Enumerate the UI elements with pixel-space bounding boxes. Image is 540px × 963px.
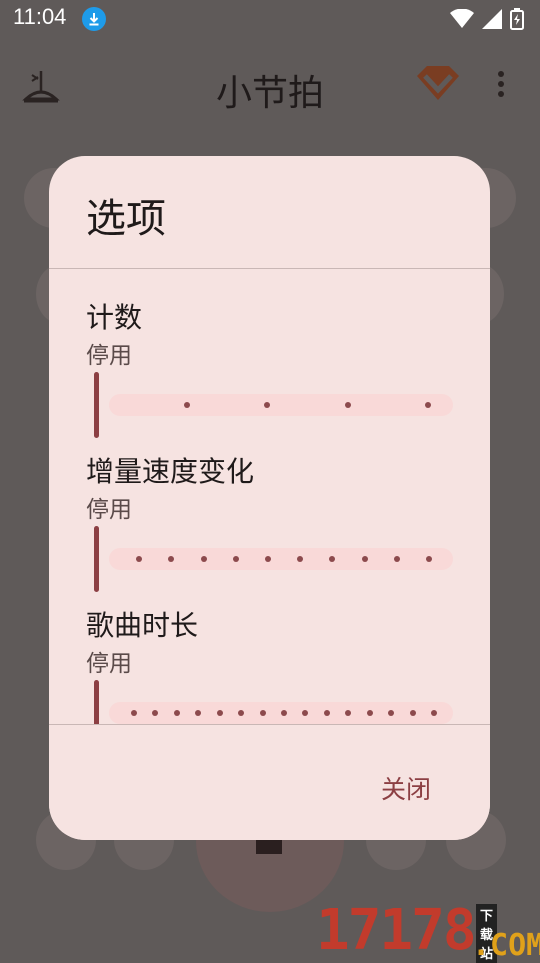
setting-incremental-tempo[interactable]: 增量速度变化 停用 [49,450,490,600]
slider-tick [302,710,309,716]
status-time: 11:04 [13,4,67,29]
slider-tick [425,402,431,408]
slider-track[interactable] [109,548,453,570]
signal-icon [482,9,502,29]
slider-tick [264,402,270,408]
app-bar: 小节拍 [0,38,540,132]
setting-count[interactable]: 计数 停用 [49,296,490,446]
setting-song-duration[interactable]: 歌曲时长 停用 [49,604,490,746]
wifi-icon [450,9,474,28]
setting-value: 停用 [86,497,132,523]
setting-value: 停用 [86,343,132,369]
slider-tick [168,556,175,562]
slider-tick [195,710,202,716]
slider-tick [152,710,159,716]
slider-tick [173,710,180,716]
slider-tick [425,556,432,562]
status-bar: 11:04 [0,0,540,38]
slider-tick [130,710,137,716]
divider [49,268,490,269]
battery-icon [510,8,524,30]
slider-tick [388,710,395,716]
slider-tick [281,710,287,716]
more-options-icon[interactable] [496,70,506,104]
slider-tick [431,710,438,716]
premium-badge-icon[interactable] [415,62,461,106]
slider-tick [345,710,352,716]
slider-tick [393,556,400,562]
slider-tick [409,710,416,716]
slider-tick [232,556,239,562]
setting-label: 歌曲时长 [86,609,199,642]
slider-tick [259,710,266,716]
slider-tick [183,402,190,408]
slider-tick [297,556,304,562]
watermark-logo: 17178 下载站 .COM [316,898,540,963]
slider-track[interactable] [109,394,453,416]
slider-tick [136,556,143,562]
dialog-title: 选项 [86,196,166,242]
watermark-number: 17178 [316,898,477,963]
slider-tick [366,710,373,716]
slider-tick [200,556,207,562]
setting-label: 计数 [86,301,143,334]
setting-value: 停用 [86,651,132,677]
slider-tick [344,402,351,408]
watermark-domain: .COM [472,928,540,963]
slider-tick [264,556,271,562]
setting-label: 增量速度变化 [86,455,255,488]
slider-tick [329,556,336,562]
slider-handle[interactable] [94,526,99,592]
slider-tick [216,710,223,716]
download-icon [82,7,106,31]
slider-handle[interactable] [94,372,99,438]
close-button[interactable]: 关闭 [369,766,443,810]
options-dialog: 选项 计数 停用 增量速度变化 停用 歌曲时长 停用 关闭 [49,156,490,840]
slider-track[interactable] [109,702,453,724]
slider-tick [361,556,368,562]
slider-tick [323,710,330,716]
slider-tick [238,710,245,716]
